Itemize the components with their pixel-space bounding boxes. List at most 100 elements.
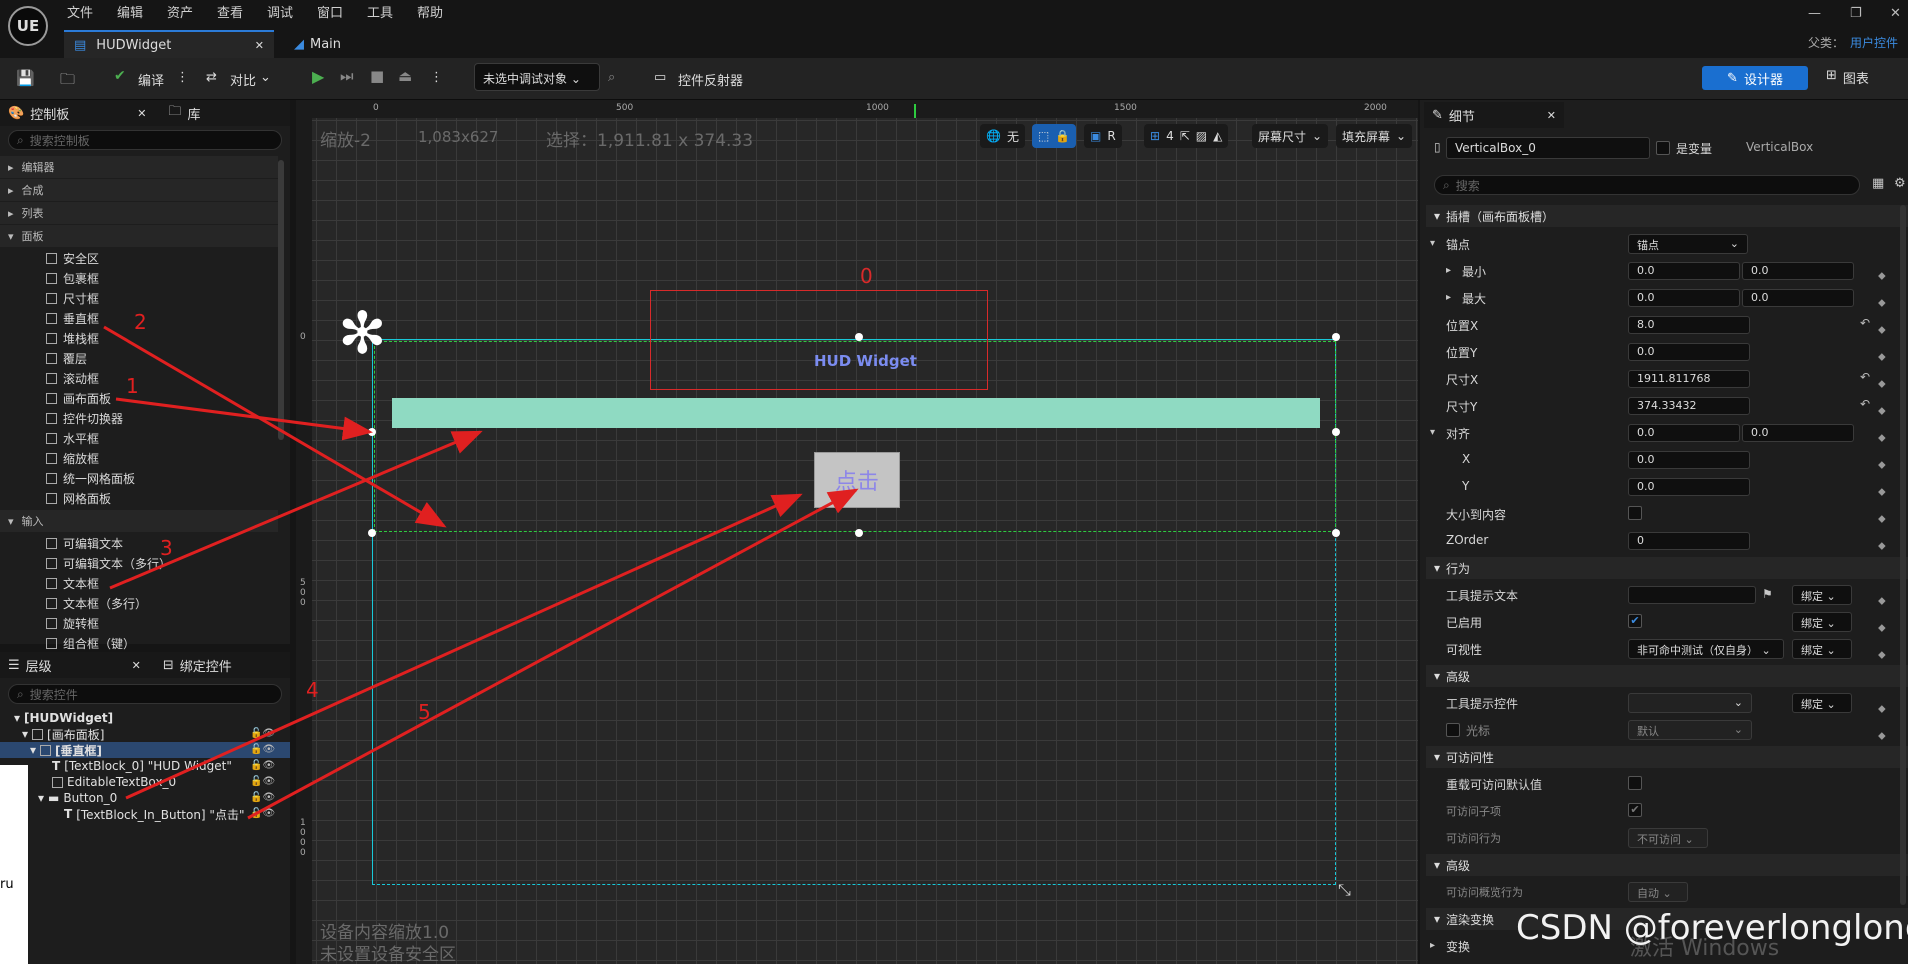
size-to-content-checkbox[interactable] [1628, 506, 1642, 520]
compile-button[interactable]: 编译 [138, 70, 164, 89]
close-tab-icon[interactable]: ✕ [255, 39, 264, 52]
tree-row-button-text[interactable]: T [TextBlock_In_Button] "点击" [0, 806, 290, 822]
debug-find-icon[interactable]: ⌕ [608, 70, 615, 85]
browse-icon[interactable]: 🗀 [60, 69, 75, 94]
palette-item-uniform-grid[interactable]: 统一网格面板 [0, 468, 278, 488]
palette-item-canvas-panel[interactable]: 画布面板 [0, 388, 278, 408]
keyframe-icon[interactable]: ⬥ [1878, 587, 1886, 614]
chevron-right-icon[interactable]: ▸ [1446, 265, 1451, 276]
cursor-override-checkbox[interactable] [1446, 723, 1460, 737]
menu-edit[interactable]: 编辑 [117, 2, 143, 21]
keyframe-icon[interactable]: ⬥ [1878, 695, 1886, 722]
menu-view[interactable]: 查看 [217, 2, 243, 21]
menu-debug[interactable]: 调试 [267, 2, 293, 21]
diff-button[interactable]: 对比 [230, 70, 256, 89]
resize-handle[interactable] [855, 529, 863, 537]
reset-icon[interactable]: ↶ [1860, 397, 1870, 411]
details-scrollbar[interactable] [1900, 205, 1906, 905]
category-composite[interactable]: ▸ 合成 [0, 179, 278, 201]
palette-item-size-box[interactable]: 尺寸框 [0, 288, 278, 308]
chevron-right-icon[interactable]: ▸ [1446, 292, 1451, 303]
palette-scrollbar[interactable] [278, 160, 284, 440]
anchor-flower-icon[interactable]: ✻ [338, 304, 387, 362]
resize-handle[interactable] [368, 529, 376, 537]
slot-section-header[interactable]: ▾ 插槽（画布面板槽） [1426, 205, 1908, 227]
y-input[interactable]: 0.0 [1628, 478, 1750, 496]
cursor-dropdown[interactable]: 默认 ⌄ [1628, 720, 1752, 740]
eject-icon[interactable]: ⏏ [398, 67, 412, 85]
palette-item-wrap-box[interactable]: 包裹框 [0, 268, 278, 288]
resize-handle[interactable] [368, 428, 376, 436]
palette-tab[interactable]: 控制板 [30, 104, 69, 123]
debug-target-dropdown[interactable]: 未选中调试对象 ⌄ [474, 63, 600, 91]
editable-textbox-preview[interactable] [392, 398, 1320, 428]
override-access-checkbox[interactable] [1628, 776, 1642, 790]
resize-handle[interactable] [1332, 333, 1340, 341]
advanced-section-header[interactable]: ▾ 高级 [1426, 665, 1908, 687]
palette-item-combo-box[interactable]: 组合框（键） [0, 633, 278, 653]
graph-mode-button[interactable]: ⊞ 图表 [1826, 68, 1869, 87]
category-list[interactable]: ▸ 列表 [0, 202, 278, 224]
widget-name-input[interactable]: VerticalBox_0 [1446, 137, 1650, 159]
respect-locks-toggle[interactable]: ▣ R [1084, 124, 1122, 148]
reset-icon[interactable]: ↶ [1860, 316, 1870, 330]
keyframe-icon[interactable]: ⬥ [1878, 397, 1886, 424]
behavior-section-header[interactable]: ▾ 行为 [1426, 557, 1908, 579]
save-icon[interactable]: 💾 [16, 69, 35, 87]
access-summary-dropdown[interactable]: 自动 ⌄ [1628, 882, 1688, 902]
max-x-input[interactable]: 0.0 [1628, 289, 1740, 307]
bind-widgets-tab[interactable]: 绑定控件 [180, 656, 232, 675]
pos-y-input[interactable]: 0.0 [1628, 343, 1750, 361]
resize-handle[interactable] [1332, 529, 1340, 537]
keyframe-icon[interactable]: ⬥ [1878, 289, 1886, 316]
tooltip-widget-dropdown[interactable]: ⌄ [1628, 693, 1752, 713]
play-icon[interactable]: ▶ [312, 67, 324, 86]
tooltip-bind-dropdown[interactable]: 绑定 ⌄ [1792, 585, 1852, 605]
keyframe-icon[interactable]: ⬥ [1878, 478, 1886, 505]
step-icon[interactable]: ⏭ [340, 67, 354, 85]
lock-icon[interactable]: 🔓👁 [250, 790, 275, 806]
widget-reflector-button[interactable]: 控件反射器 [678, 70, 743, 89]
designer-mode-button[interactable]: ✎ 设计器 [1702, 66, 1808, 90]
lock-icon[interactable]: 🔓👁 [250, 774, 275, 790]
keyframe-icon[interactable]: ⬥ [1878, 532, 1886, 559]
designer-canvas[interactable]: 0 500 1000 1500 2000 0 500 1000 缩放-2 1,0… [296, 100, 1418, 964]
keyframe-icon[interactable]: ⬥ [1878, 424, 1886, 451]
menu-file[interactable]: 文件 [67, 2, 93, 21]
size-x-input[interactable]: 1911.811768 [1628, 370, 1750, 388]
anchors-dropdown[interactable]: 锚点 ⌄ [1628, 234, 1748, 254]
is-variable-checkbox[interactable] [1656, 141, 1670, 155]
alignment-y-input[interactable]: 0.0 [1742, 424, 1854, 442]
chevron-down-icon[interactable]: ⌄ [260, 70, 271, 85]
close-panel-icon[interactable]: ✕ [1547, 109, 1556, 122]
tooltip-widget-bind-dropdown[interactable]: 绑定 ⌄ [1792, 693, 1852, 713]
min-y-input[interactable]: 0.0 [1742, 262, 1854, 280]
tooltip-text-input[interactable] [1628, 586, 1756, 604]
keyframe-icon[interactable]: ⬥ [1878, 316, 1886, 343]
tab-hudwidget[interactable]: ▤ HUDWidget ✕ [64, 30, 274, 58]
min-x-input[interactable]: 0.0 [1628, 262, 1740, 280]
keyframe-icon[interactable]: ⬥ [1878, 505, 1886, 532]
lock-icon[interactable]: 🔓👁 [250, 806, 275, 822]
play-options-icon[interactable]: ⋮ [430, 70, 443, 85]
chevron-down-icon[interactable]: ▾ [1430, 427, 1435, 438]
canvas-resize-icon[interactable]: ⤡ [1338, 880, 1351, 900]
keyframe-icon[interactable]: ⬥ [1878, 641, 1886, 668]
tree-row-textblock[interactable]: T [TextBlock_0] "HUD Widget" [0, 758, 290, 774]
zorder-input[interactable]: 0 [1628, 532, 1750, 550]
lock-icon[interactable]: 🔓👁 [250, 742, 275, 758]
palette-item-horizontal-box[interactable]: 水平框 [0, 428, 278, 448]
menu-window[interactable]: 窗口 [317, 2, 343, 21]
parent-class-link[interactable]: 用户控件 [1850, 34, 1898, 51]
close-panel-icon[interactable]: ✕ [137, 107, 146, 120]
category-panel[interactable]: ▾ 面板 [0, 225, 278, 247]
tree-row-vertical-box[interactable]: ▾ [垂直框] [0, 742, 290, 758]
palette-item-safe-zone[interactable]: 安全区 [0, 248, 278, 268]
palette-item-editable-text-multi[interactable]: 可编辑文本（多行） [0, 553, 278, 573]
screen-size-dropdown[interactable]: 屏幕尺寸 ⌄ [1252, 124, 1329, 148]
lock-icon[interactable]: 🔓👁 [250, 758, 275, 774]
hud-widget-text[interactable]: HUD Widget [814, 352, 917, 370]
details-search-input[interactable]: ⌕ 搜索 [1434, 175, 1860, 195]
close-panel-icon[interactable]: ✕ [132, 659, 141, 672]
compile-options-icon[interactable]: ⋮ [176, 70, 189, 85]
